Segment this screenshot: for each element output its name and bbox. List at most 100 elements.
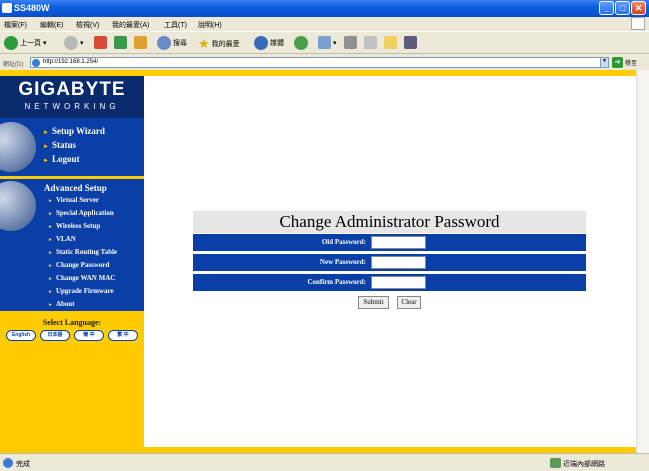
globe-graphic <box>0 122 36 172</box>
sidebar: GIGABYTE NETWORKING ► Setup Wizard ► Statu… <box>0 76 144 453</box>
nav-special-application[interactable]: ► Special Application <box>48 209 114 217</box>
nav-vlan[interactable]: ► VLAN <box>48 235 76 243</box>
refresh-icon <box>114 36 127 49</box>
back-arrow-icon <box>4 36 18 50</box>
submit-button[interactable]: Submit <box>358 296 389 309</box>
menu-bar: 檔案(F) 編輯(E) 檢視(V) 我的最愛(A) 工具(T) 說明(H) <box>0 17 649 31</box>
old-password-input[interactable] <box>371 236 426 249</box>
mail-button[interactable]: ▾ <box>318 36 337 49</box>
ie-app-icon <box>2 3 12 13</box>
address-label: 網址(D) <box>3 62 24 68</box>
menu-tools[interactable]: 工具(T) <box>164 20 187 30</box>
nav-logout[interactable]: ► Logout <box>43 154 79 164</box>
search-icon <box>157 36 171 50</box>
back-button[interactable]: 上一頁 ▾ <box>4 36 47 50</box>
star-icon: ★ <box>198 36 210 51</box>
home-icon <box>134 36 147 49</box>
messenger-button[interactable] <box>404 36 417 49</box>
edit-icon <box>364 36 377 49</box>
old-password-row: Old Password: <box>193 233 586 251</box>
arrow-right-icon: ► <box>48 251 53 256</box>
clear-button[interactable]: Clear <box>397 296 421 309</box>
select-language-label: Select Language: <box>42 318 102 327</box>
confirm-password-row: Confirm Password: <box>193 273 586 291</box>
menu-view[interactable]: 檢視(V) <box>76 20 99 30</box>
arrow-right-icon: ► <box>48 277 53 282</box>
nav-setup-wizard[interactable]: ► Setup Wizard <box>43 126 105 136</box>
arrow-right-icon: ► <box>48 225 53 230</box>
nav-about[interactable]: ► About <box>48 300 75 308</box>
history-button[interactable] <box>294 36 308 50</box>
page-done-icon <box>3 458 13 468</box>
nav-wireless-setup[interactable]: ► Wireless Setup <box>48 222 100 230</box>
nav-change-password[interactable]: ► Change Password <box>48 261 109 269</box>
title-bar: SS480W _ □ ✕ <box>0 0 649 17</box>
nav-upgrade-firmware[interactable]: ► Upgrade Firmware <box>48 287 114 295</box>
nav-change-wan-mac[interactable]: ► Change WAN MAC <box>48 274 115 282</box>
menu-file[interactable]: 檔案(F) <box>4 20 27 30</box>
media-button[interactable]: 媒體 <box>254 36 284 50</box>
language-japanese-button[interactable]: 日本語 <box>40 330 70 341</box>
favorites-button[interactable]: ★ 我的最愛 <box>198 36 240 52</box>
status-bar: 完成 近端內部網路 <box>0 453 649 471</box>
history-icon <box>294 36 308 50</box>
arrow-right-icon: ► <box>48 290 53 295</box>
nav-static-routing-table[interactable]: ► Static Routing Table <box>48 248 117 256</box>
new-password-label: New Password: <box>319 258 366 266</box>
go-arrow-icon: ➜ <box>612 57 623 68</box>
advanced-setup-title: Advanced Setup <box>44 183 107 193</box>
media-icon <box>254 36 268 50</box>
address-bar: 網址(D) http://192.168.1.254/ ▼ ➜ 移至 <box>0 55 649 70</box>
refresh-button[interactable] <box>114 36 127 49</box>
mail-icon <box>318 36 331 49</box>
brand-sub: NETWORKING <box>24 102 120 111</box>
forward-button[interactable]: ▾ <box>64 36 84 50</box>
browser-window: SS480W _ □ ✕ 檔案(F) 編輯(E) 檢視(V) 我的最愛(A) 工… <box>0 0 649 471</box>
address-dropdown[interactable]: ▼ <box>600 57 609 68</box>
close-button[interactable]: ✕ <box>631 1 646 15</box>
menu-help[interactable]: 說明(H) <box>198 20 222 30</box>
confirm-password-label: Confirm Password: <box>307 278 366 286</box>
confirm-password-input[interactable] <box>371 276 426 289</box>
printer-icon <box>344 36 357 49</box>
folder-icon <box>384 36 397 49</box>
language-english-button[interactable]: English <box>6 330 36 341</box>
forward-arrow-icon <box>64 36 78 50</box>
minimize-button[interactable]: _ <box>599 1 614 15</box>
new-password-row: New Password: <box>193 253 586 271</box>
search-button[interactable]: 搜尋 <box>157 36 187 50</box>
new-password-input[interactable] <box>371 256 426 269</box>
status-text: 完成 <box>16 461 30 468</box>
go-button[interactable]: ➜ 移至 <box>612 57 637 68</box>
language-simplified-chinese-button[interactable]: 簡 中 <box>74 330 104 341</box>
stop-icon <box>94 36 107 49</box>
arrow-right-icon: ► <box>48 264 53 269</box>
maximize-button[interactable]: □ <box>615 1 630 15</box>
nav-status[interactable]: ► Status <box>43 140 76 150</box>
folder-button[interactable] <box>384 36 397 49</box>
home-button[interactable] <box>134 36 147 49</box>
form-title: Change Administrator Password <box>193 211 586 233</box>
main-nav: ► Setup Wizard ► Status ► Logout <box>0 118 144 176</box>
gigabyte-logo: GIGABYTE NETWORKING <box>0 76 144 118</box>
globe-graphic <box>0 181 36 231</box>
old-password-label: Old Password: <box>321 238 366 246</box>
language-traditional-chinese-button[interactable]: 繁 中 <box>108 330 138 341</box>
intranet-zone-icon <box>550 458 561 468</box>
arrow-right-icon: ► <box>48 303 53 308</box>
menu-favorites[interactable]: 我的最愛(A) <box>112 20 149 30</box>
arrow-right-icon: ► <box>43 144 49 150</box>
arrow-right-icon: ► <box>43 130 49 136</box>
stop-button[interactable] <box>94 36 107 49</box>
print-button[interactable] <box>344 36 357 49</box>
security-zone-text: 近端內部網路 <box>563 461 605 468</box>
menu-edit[interactable]: 編輯(E) <box>40 20 63 30</box>
address-input[interactable]: http://192.168.1.254/ <box>30 57 608 68</box>
edit-button[interactable] <box>364 36 377 49</box>
arrow-right-icon: ► <box>48 199 53 204</box>
arrow-right-icon: ► <box>43 158 49 164</box>
nav-virtual-server[interactable]: ► Virtual Server <box>48 196 99 204</box>
vertical-scrollbar[interactable] <box>636 70 649 453</box>
advanced-nav: Advanced Setup ► Virtual Server ► Special … <box>0 179 144 311</box>
page-icon <box>32 59 40 67</box>
